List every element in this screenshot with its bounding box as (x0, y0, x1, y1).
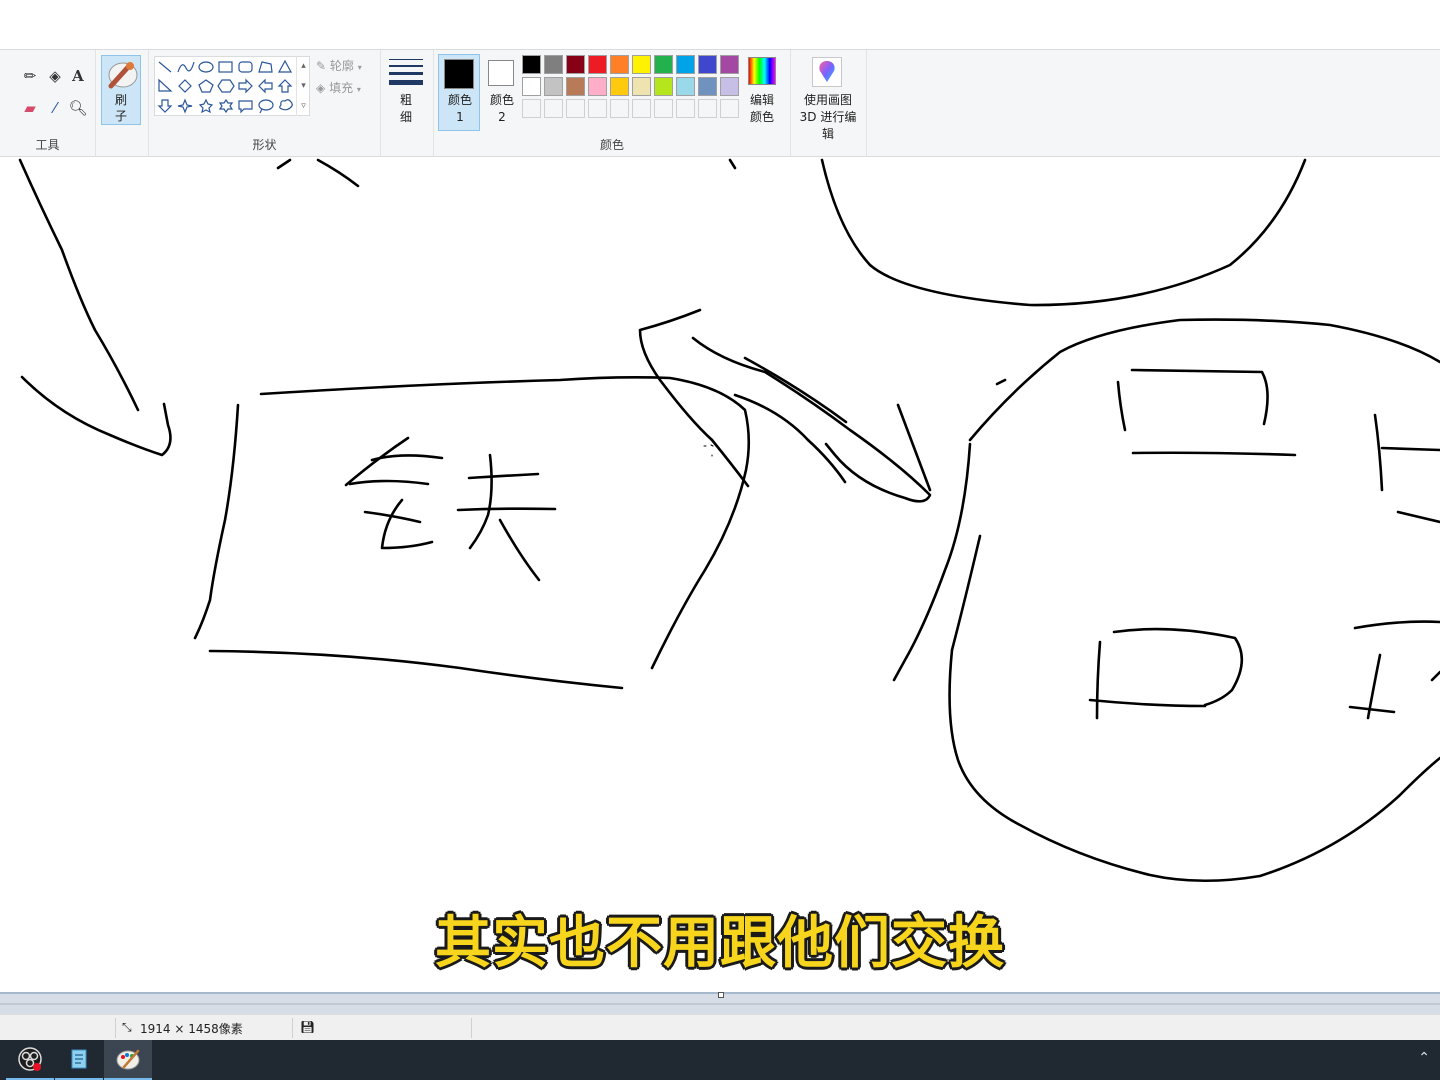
paint3d-icon[interactable] (812, 57, 842, 87)
magnifier-icon[interactable]: 🔍︎ (68, 98, 88, 118)
palette-color-swatch[interactable] (610, 77, 629, 96)
tools-group-label: 工具 (35, 138, 60, 152)
canvas-size-text: 1914 × 1458像素 (140, 1022, 243, 1036)
palette-custom-slot[interactable] (610, 99, 629, 118)
color2-label: 颜色 2 (489, 93, 514, 124)
ribbon: ✏ ◈ A ▰ ⁄ 🔍︎ 工具 刷子 形状 ▴ ▾ ▿ ✎ 轮廓 ▾ ◈ 填充 … (0, 50, 1440, 157)
palette-color-swatch[interactable] (632, 77, 651, 96)
taskbar: ⌃ (0, 1040, 1440, 1080)
outline-icon: ✎ (316, 59, 327, 73)
palette-color-swatch[interactable] (566, 55, 585, 74)
palette-color-swatch[interactable] (588, 55, 607, 74)
color-picker-icon[interactable]: ⁄ (45, 98, 65, 118)
palette-color-swatch[interactable] (676, 77, 695, 96)
palette-color-swatch[interactable] (654, 55, 673, 74)
video-subtitle: 其实也不用跟他们交换 (435, 911, 1005, 976)
paint-icon (116, 1049, 140, 1070)
canvas-resize-handle[interactable] (718, 992, 724, 998)
palette-color-swatch[interactable] (720, 77, 739, 96)
shapes-gallery (154, 56, 310, 116)
palette-color-swatch[interactable] (522, 55, 541, 74)
palette-color-swatch[interactable] (676, 55, 695, 74)
drawing-canvas[interactable]: 其实也不用跟他们交换 (0, 158, 1440, 992)
color1-swatch (444, 59, 474, 89)
taskbar-notepad[interactable] (55, 1040, 103, 1080)
palette-custom-slot[interactable] (632, 99, 651, 118)
fill-button[interactable]: ◈ 填充 ▾ (316, 79, 361, 96)
palette-color-swatch[interactable] (698, 77, 717, 96)
obs-icon (18, 1047, 42, 1071)
palette-custom-slot[interactable] (654, 99, 673, 118)
shapes-scroll[interactable]: ▴ ▾ ▿ (296, 56, 310, 116)
palette-color-swatch[interactable] (720, 55, 739, 74)
brush-icon (108, 62, 138, 89)
taskbar-obs[interactable] (6, 1040, 54, 1080)
paint3d-logo (819, 61, 835, 82)
status-separator (471, 1018, 472, 1038)
colors-group-label: 颜色 (599, 138, 624, 152)
show-hidden-icons-icon[interactable]: ⌃ (1418, 1050, 1430, 1066)
palette-color-swatch[interactable] (654, 77, 673, 96)
text-icon[interactable]: A (68, 66, 88, 86)
canvas-drawing (18, 158, 1440, 883)
pencil-icon[interactable]: ✏ (20, 66, 40, 86)
outline-dropdown-icon: ▾ (357, 63, 362, 72)
palette-custom-slot[interactable] (676, 99, 695, 118)
file-size-icon: 💾︎ (300, 1020, 316, 1034)
fill-icon: ◈ (316, 81, 326, 95)
fill-dropdown-icon: ▾ (356, 85, 361, 94)
canvas-resize-area (0, 992, 1440, 1014)
shapes-gallery-icons (157, 59, 293, 114)
palette-custom-slot[interactable] (544, 99, 563, 118)
eraser-icon[interactable]: ▰ (20, 98, 40, 118)
notepad-icon (71, 1049, 87, 1069)
shapes-group-label: 形状 (252, 138, 277, 152)
status-bar: ⤡ 1914 × 1458像素 💾︎ (0, 1014, 1440, 1040)
canvas-size-icon: ⤡ (122, 1020, 132, 1034)
status-separator (292, 1018, 293, 1038)
outline-label: 轮廓 (329, 59, 354, 73)
taskbar-paint[interactable] (104, 1040, 152, 1080)
fill-bucket-icon[interactable]: ◈ (45, 66, 65, 86)
palette-color-swatch[interactable] (588, 77, 607, 96)
color1-label: 颜色 1 (447, 93, 472, 124)
status-separator (115, 1018, 116, 1038)
color2-swatch[interactable] (488, 60, 514, 86)
title-bar (0, 0, 1440, 50)
palette-color-swatch[interactable] (544, 77, 563, 96)
brushes-label: 刷子 (114, 93, 127, 123)
fill-label: 填充 (329, 81, 354, 95)
edit-colors-label: 编辑颜色 (749, 93, 774, 124)
palette-color-swatch[interactable] (522, 77, 541, 96)
palette-custom-slot[interactable] (720, 99, 739, 118)
palette-custom-slot[interactable] (566, 99, 585, 118)
palette-color-swatch[interactable] (566, 77, 585, 96)
size-lines-icon (388, 59, 424, 85)
palette-color-swatch[interactable] (632, 55, 651, 74)
edit-colors-icon[interactable] (748, 57, 776, 85)
horizontal-scrollbar[interactable] (0, 1003, 1440, 1005)
paint3d-label: 使用画图 3D 进行编辑 (799, 93, 857, 141)
palette-color-swatch[interactable] (610, 55, 629, 74)
size-label: 粗细 (399, 93, 412, 124)
palette-custom-slot[interactable] (588, 99, 607, 118)
palette-color-swatch[interactable] (544, 55, 563, 74)
palette-color-swatch[interactable] (698, 55, 717, 74)
palette-custom-slot[interactable] (698, 99, 717, 118)
tools-group: ✏ ◈ A ▰ ⁄ 🔍︎ 工具 (0, 50, 96, 157)
outline-button[interactable]: ✎ 轮廓 ▾ (316, 57, 362, 74)
palette-custom-slot[interactable] (522, 99, 541, 118)
